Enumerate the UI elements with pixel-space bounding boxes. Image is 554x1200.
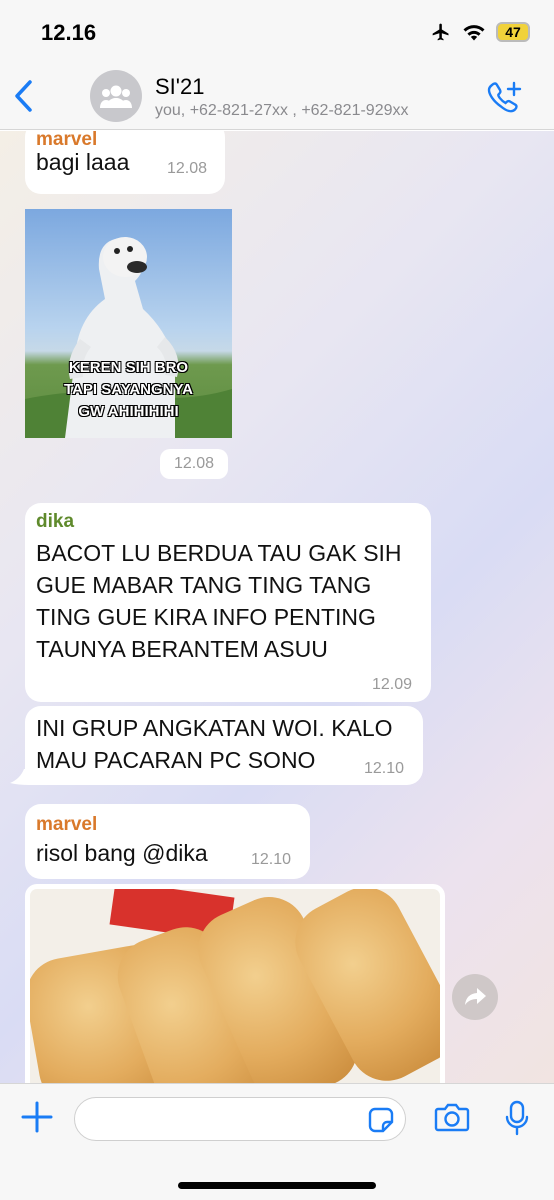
sender-name[interactable]: dika [36,511,74,533]
status-icons: 47 [430,22,530,42]
battery-indicator: 47 [496,22,530,42]
message-text: bagi laaa [36,149,130,175]
chat-header: SI'21 you, +62-821-27xx , +62-821-929xx [0,66,554,130]
message-line: BACOT LU BERDUA TAU GAK SIH [36,540,402,566]
message-time: 12.10 [364,760,405,777]
message-line: INI GRUP ANGKATAN WOI. KALO [36,715,393,741]
sticker-time: 12.08 [160,449,228,479]
sender-name[interactable]: marvel [36,814,97,836]
sticker-image[interactable]: KEREN SIH BRO TAPI SAYANGNYA GW AHIHIHIH… [25,209,232,438]
message-bubble-dika-2[interactable]: INI GRUP ANGKATAN WOI. KALO MAU PACARAN … [25,706,423,785]
plus-icon[interactable] [20,1100,54,1134]
message-bubble-marvel-1[interactable]: marvel bagi laaa 12.08 [25,131,225,194]
forward-icon [465,988,486,1005]
message-time: 12.09 [372,676,413,693]
forward-button[interactable] [452,974,498,1020]
sticker-icon[interactable] [368,1107,394,1133]
chat-title[interactable]: SI'21 [155,74,204,100]
wifi-icon [463,25,485,41]
sticker-caption-2: TAPI SAYANGNYA [64,381,193,398]
home-indicator [178,1182,376,1189]
airplane-icon [432,23,449,41]
back-chevron-icon[interactable] [10,78,38,114]
group-avatar[interactable] [90,70,142,122]
message-time: 12.08 [167,160,208,177]
message-bubble-dika[interactable]: dika BACOT LU BERDUA TAU GAK SIH GUE MAB… [25,503,431,702]
message-line: MAU PACARAN PC SONO [36,747,316,773]
status-time: 12.16 [41,20,97,45]
camera-icon[interactable] [434,1102,470,1132]
composer-bar [0,1083,554,1200]
bubble-tail [10,769,30,785]
message-text: risol bang @dika [36,840,208,866]
photo-attachment[interactable] [25,884,445,1083]
status-bar: 12.16 47 [0,0,554,66]
sticker-caption-1: KEREN SIH BRO [68,359,189,376]
group-avatar-icon [100,85,132,108]
message-line: TAUNYA BERANTEM ASUU [36,636,328,662]
add-call-icon[interactable] [486,80,526,114]
microphone-icon[interactable] [505,1100,529,1136]
message-bubble-marvel-2[interactable]: marvel risol bang @dika 12.10 [25,804,310,879]
message-line: GUE MABAR TANG TING TANG [36,572,372,598]
chat-participants[interactable]: you, +62-821-27xx , +62-821-929xx [155,102,409,120]
message-input[interactable] [74,1097,406,1141]
sticker-caption-3: GW AHIHIHIHI [78,403,179,420]
message-line: TING GUE KIRA INFO PENTING [36,604,376,630]
message-list[interactable]: marvel bagi laaa 12.08 KEREN SIH BRO TAP… [0,131,554,1083]
message-time: 12.10 [251,851,292,868]
